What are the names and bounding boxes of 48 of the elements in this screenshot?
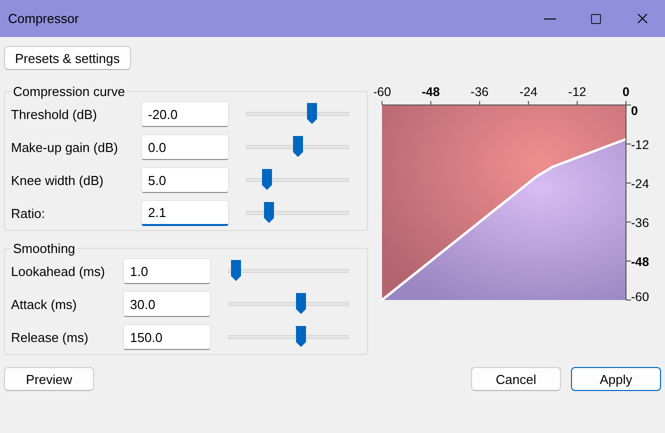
group-title: Smoothing <box>12 241 76 256</box>
maximize-icon <box>590 12 602 24</box>
apply-button[interactable]: Apply <box>571 367 661 391</box>
slider[interactable] <box>228 293 349 315</box>
y-tick-label: -12 <box>631 138 650 152</box>
y-tick-label: -60 <box>631 290 650 304</box>
value-field[interactable]: 0.0 <box>141 134 229 160</box>
slider[interactable] <box>246 169 349 191</box>
x-tick-label: -24 <box>519 85 538 99</box>
slider-thumb[interactable] <box>294 326 307 348</box>
value-field[interactable]: -20.0 <box>141 101 229 127</box>
slider-thumb[interactable] <box>294 293 307 315</box>
x-tick-label: -48 <box>422 85 440 99</box>
field-label: Lookahead (ms) <box>11 264 106 278</box>
minimize-icon <box>544 18 556 20</box>
group-title: Compression curve <box>12 84 126 99</box>
y-tick-label: -36 <box>631 216 650 230</box>
slider[interactable] <box>228 326 349 348</box>
y-tick-label: 0 <box>631 104 638 118</box>
value-field[interactable]: 5.0 <box>141 167 229 193</box>
slider[interactable] <box>246 103 349 125</box>
slider-thumb[interactable] <box>260 169 273 191</box>
slider[interactable] <box>246 136 349 158</box>
slider[interactable] <box>246 202 349 224</box>
y-tick-label: -48 <box>631 255 650 269</box>
presets-button[interactable]: Presets & settings <box>4 46 131 70</box>
field-label: Release (ms) <box>11 330 90 344</box>
field-label: Ratio: <box>11 206 46 220</box>
slider[interactable] <box>228 260 349 282</box>
slider-thumb[interactable] <box>306 103 318 125</box>
value-field[interactable]: 1.0 <box>123 258 211 284</box>
value-field[interactable]: 150.0 <box>123 324 211 350</box>
x-tick-label: -36 <box>470 85 489 99</box>
field-label: Make-up gain (dB) <box>11 140 119 154</box>
slider-thumb[interactable] <box>230 260 242 282</box>
field-label: Knee width (dB) <box>11 172 104 188</box>
slider-thumb[interactable] <box>262 202 275 224</box>
slider-thumb[interactable] <box>292 136 304 158</box>
x-tick-label: 0 <box>622 85 630 99</box>
x-tick-label: -12 <box>568 85 586 99</box>
window-title: Compressor <box>8 11 80 26</box>
field-label: Attack (ms) <box>11 296 78 312</box>
cancel-button[interactable]: Cancel <box>471 367 561 391</box>
value-field[interactable]: 30.0 <box>123 291 211 317</box>
y-tick-label: -24 <box>631 177 650 191</box>
field-label: Threshold (dB) <box>11 106 98 122</box>
preview-button[interactable]: Preview <box>4 367 94 391</box>
value-field[interactable]: 2.1 <box>141 200 229 226</box>
